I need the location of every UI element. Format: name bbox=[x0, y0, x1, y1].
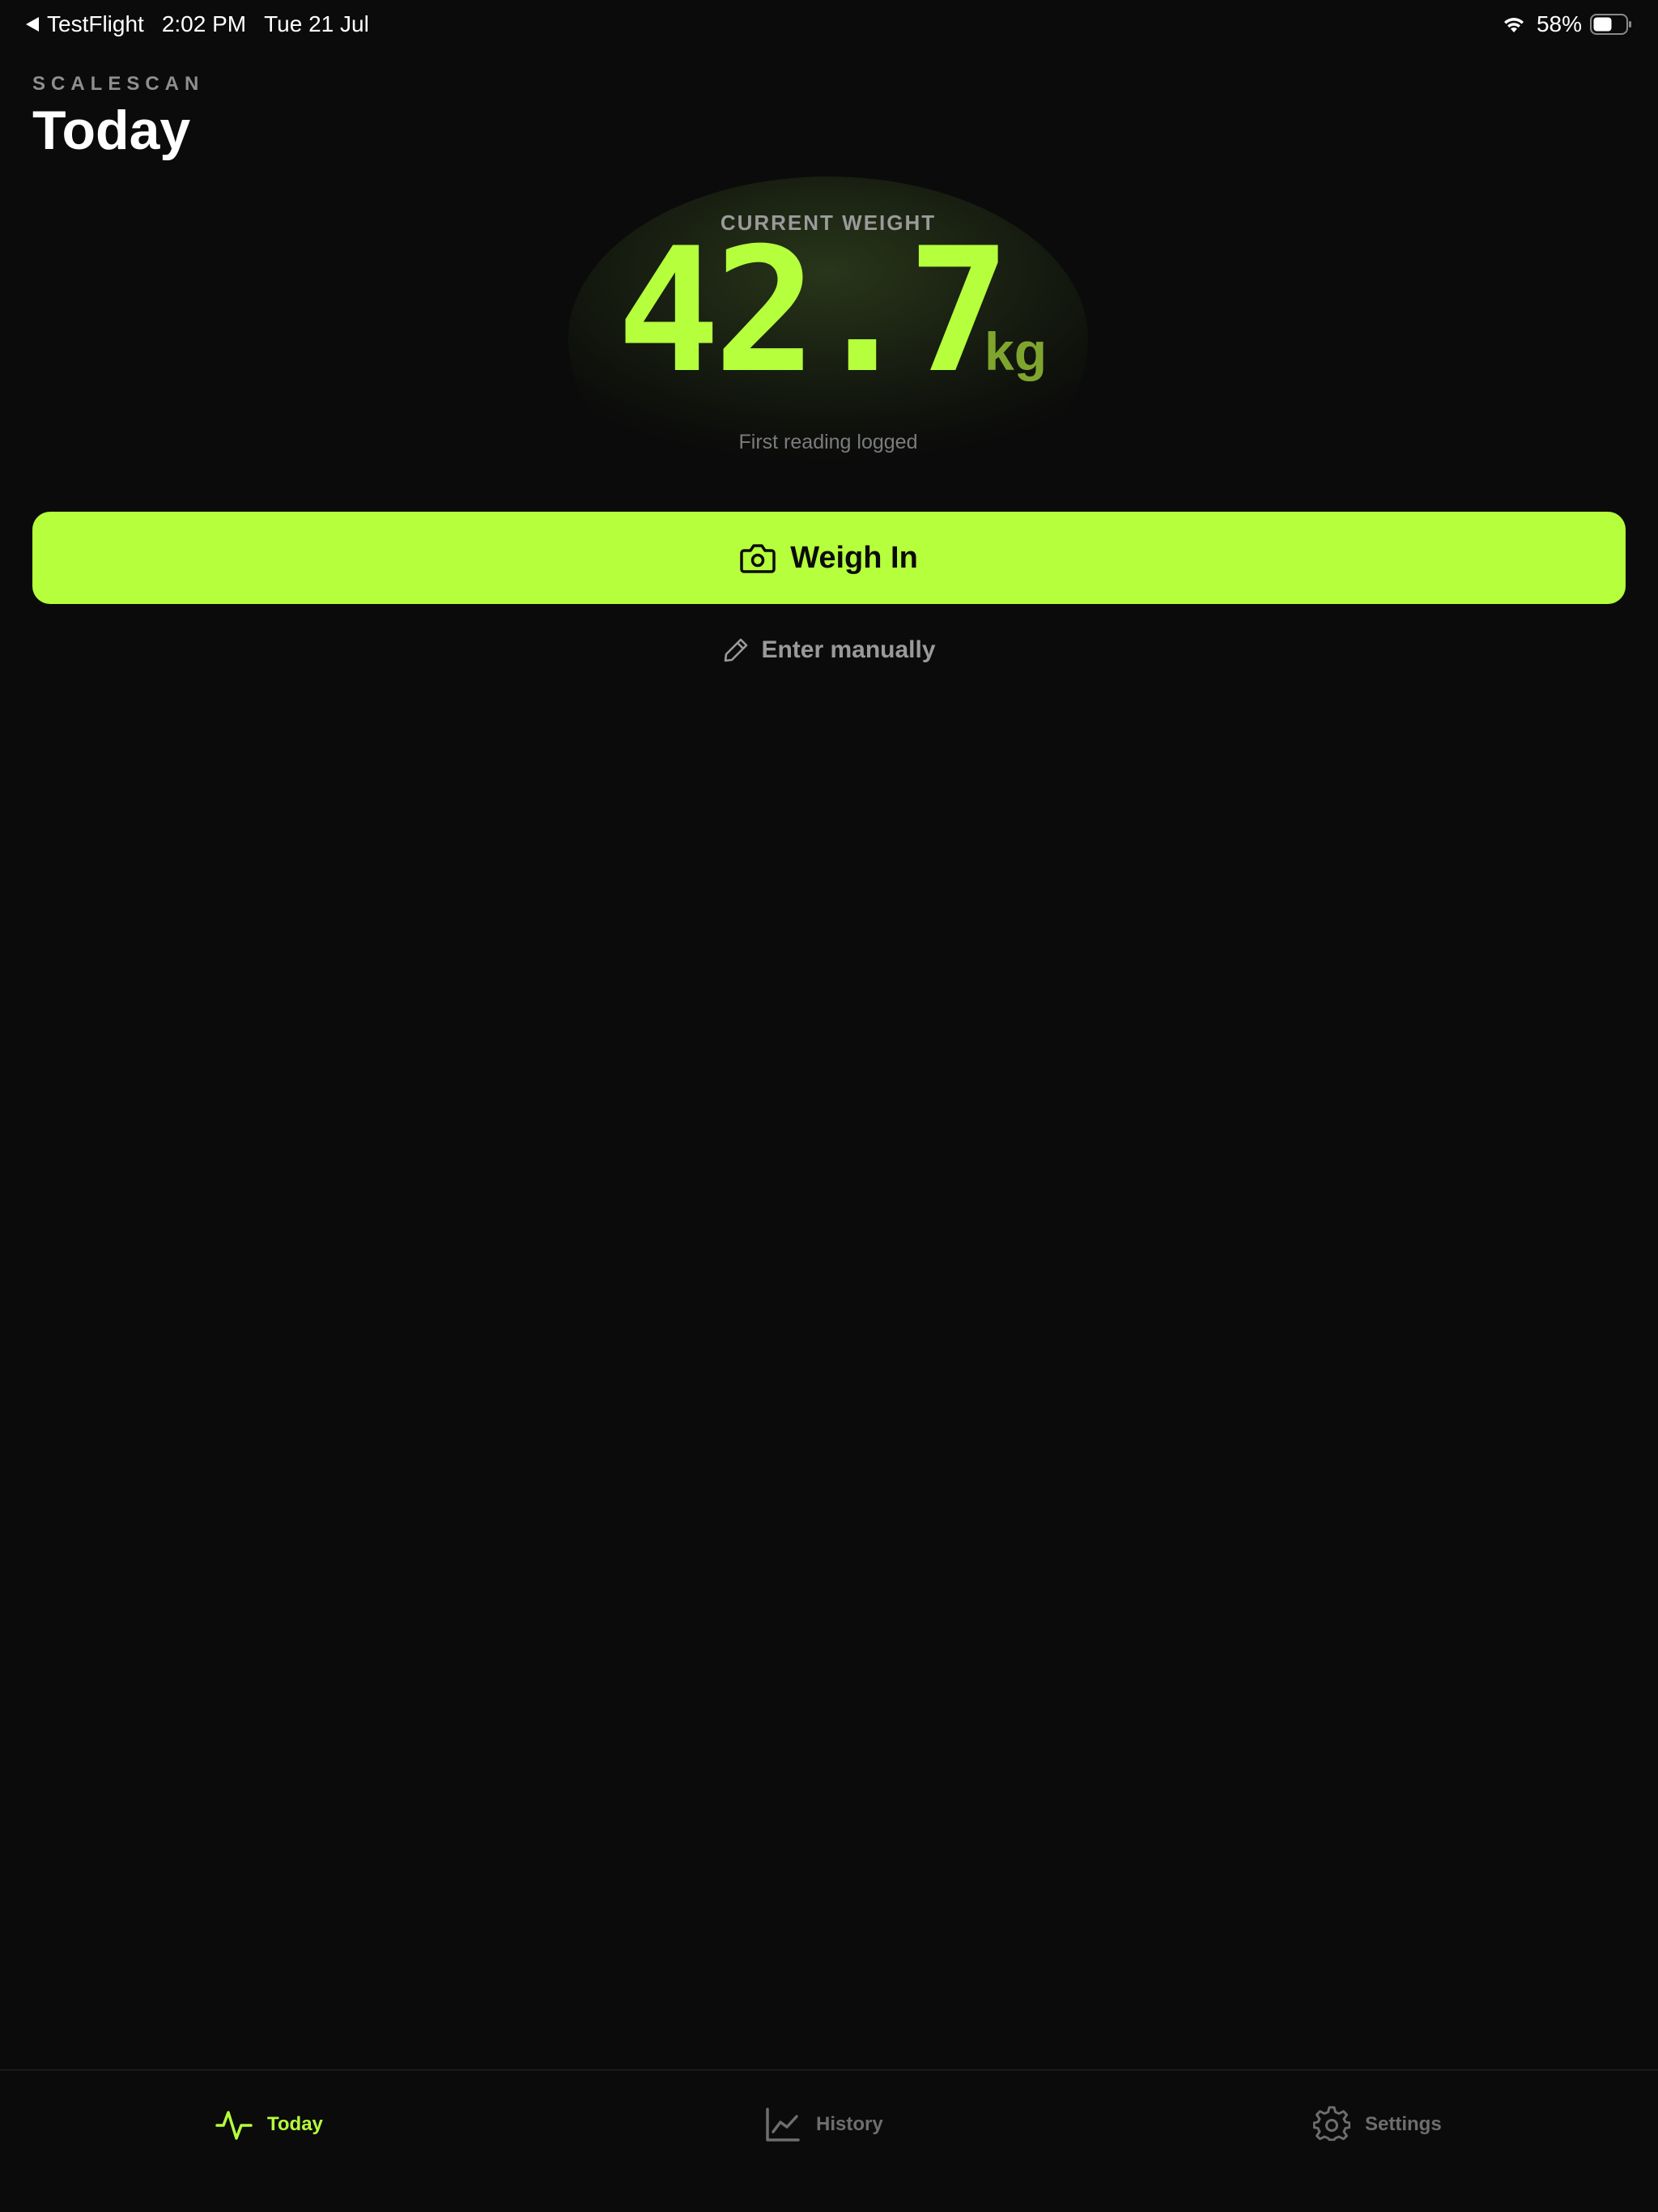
reading-status-caption: First reading logged bbox=[738, 431, 918, 453]
page-title: Today bbox=[32, 100, 191, 161]
status-time: 2:02 PM bbox=[161, 11, 247, 36]
tab-history[interactable]: History bbox=[764, 2106, 883, 2143]
back-arrow-icon[interactable] bbox=[26, 17, 39, 32]
back-to-app-link[interactable]: TestFlight bbox=[47, 11, 144, 37]
tab-settings[interactable]: Settings bbox=[1313, 2106, 1442, 2143]
wifi-icon bbox=[1503, 18, 1524, 32]
gear-icon bbox=[1313, 2106, 1350, 2142]
weigh-in-button[interactable]: Weigh In bbox=[32, 512, 1626, 604]
weight-unit: kg bbox=[984, 321, 1048, 381]
status-date: Tue 21 Jul bbox=[264, 11, 369, 36]
app-name: SCALESCAN bbox=[32, 73, 205, 95]
status-bar: TestFlight 2:02 PM Tue 21 Jul 58% bbox=[0, 0, 1658, 52]
battery-icon bbox=[1590, 14, 1631, 35]
battery-percent: 58% bbox=[1536, 11, 1582, 36]
tab-today-label: Today bbox=[267, 2113, 323, 2135]
camera-icon bbox=[740, 544, 776, 573]
activity-icon bbox=[215, 2111, 253, 2140]
weigh-in-label: Weigh In bbox=[790, 540, 918, 575]
tab-history-label: History bbox=[816, 2113, 883, 2135]
status-bar-right: 58% bbox=[1503, 11, 1632, 37]
current-weight-value: 42.7 bbox=[617, 211, 1011, 410]
enter-manually-label: Enter manually bbox=[761, 636, 936, 663]
tab-bar: Today History Settings bbox=[0, 2069, 1658, 2212]
pencil-icon bbox=[725, 638, 748, 662]
chart-icon bbox=[766, 2108, 800, 2142]
status-bar-left: TestFlight 2:02 PM Tue 21 Jul bbox=[26, 11, 369, 37]
enter-manually-button[interactable]: Enter manually bbox=[0, 636, 1658, 664]
tab-today[interactable]: Today bbox=[215, 2106, 323, 2143]
today-screen: TestFlight 2:02 PM Tue 21 Jul 58% SCALES… bbox=[0, 0, 1658, 2212]
tab-settings-label: Settings bbox=[1365, 2113, 1442, 2135]
current-weight-card: CURRENT WEIGHT 42.7 kg First reading log… bbox=[568, 177, 1088, 492]
